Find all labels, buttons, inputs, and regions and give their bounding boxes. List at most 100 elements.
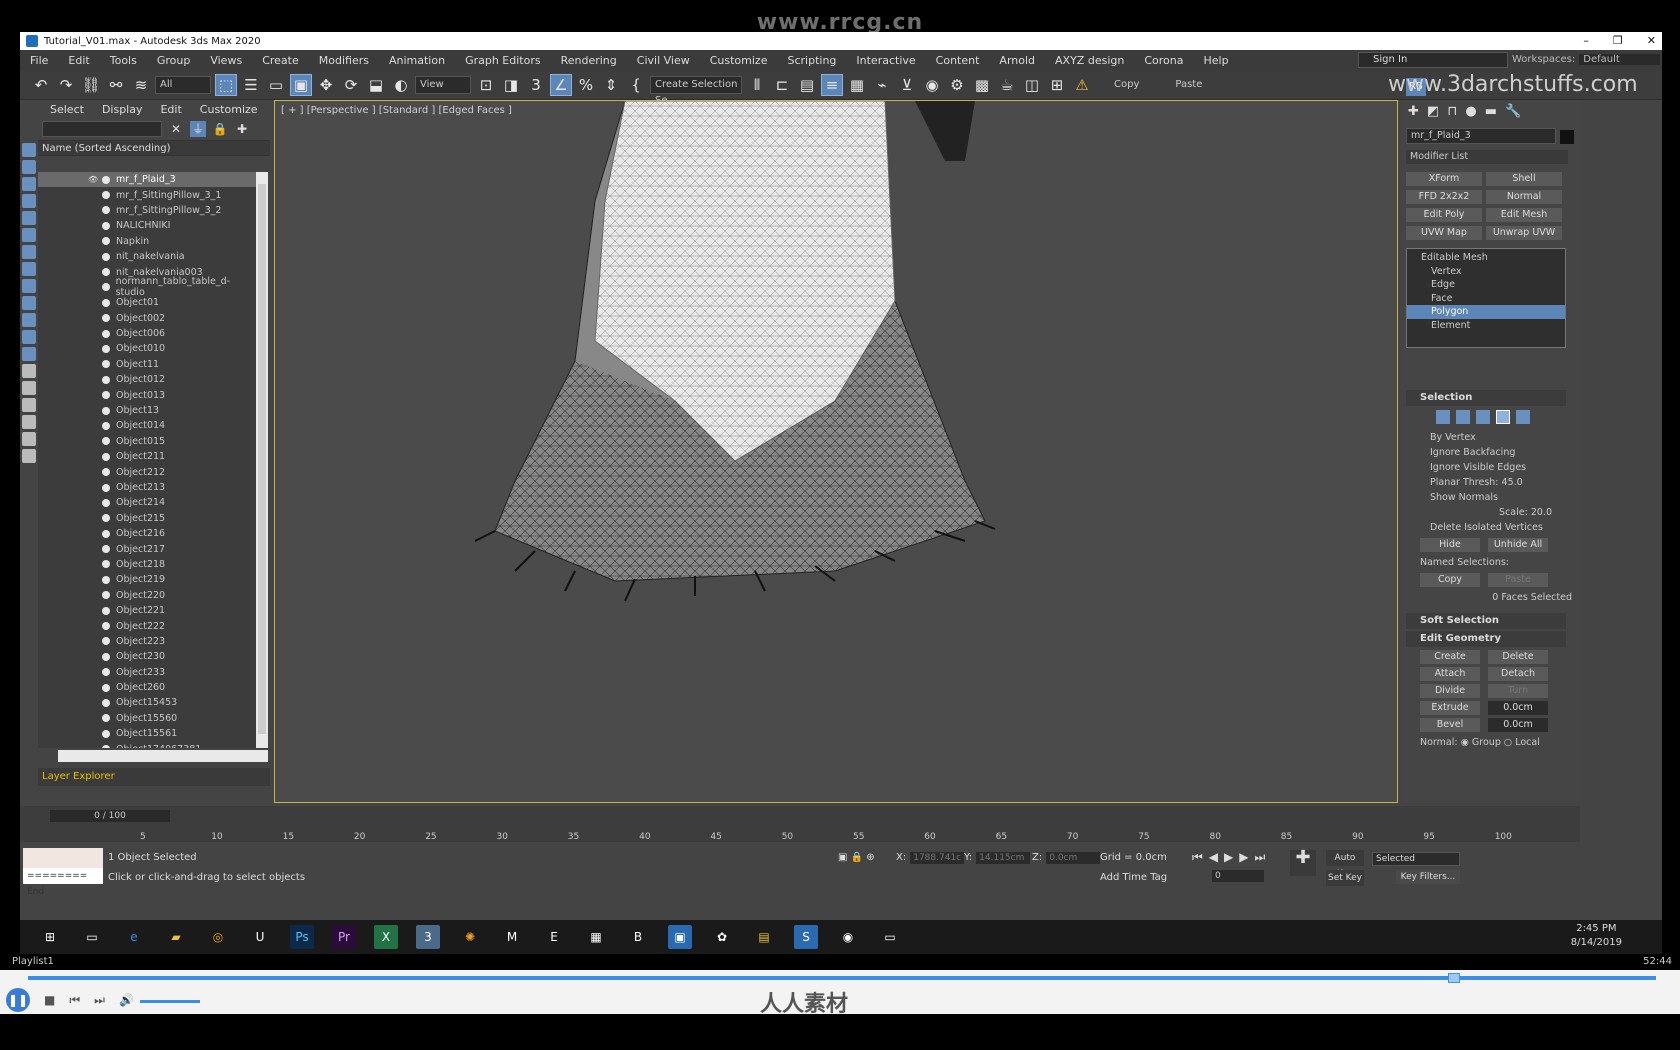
by-vertex-checkbox[interactable]: By Vertex [1402, 430, 1582, 445]
named-selection-dropdown[interactable]: Create Selection Se [650, 75, 742, 106]
seek-handle[interactable] [1448, 973, 1460, 983]
next-icon[interactable]: ⏭ [94, 993, 105, 1008]
menu-group[interactable]: Group [157, 54, 191, 67]
lock-icon[interactable]: 🔒 [212, 121, 228, 137]
volume-slider[interactable] [140, 1000, 200, 1003]
list-item[interactable]: Object015 [38, 434, 256, 449]
move-icon[interactable]: ✥ [315, 74, 337, 96]
list-item[interactable]: NALICHNIKI [38, 218, 256, 233]
perspective-viewport[interactable]: [ + ] [Perspective ] [Standard ] [Edged … [274, 100, 1398, 803]
key-selection-dropdown[interactable]: Selected [1372, 852, 1460, 866]
ignore-backfacing-checkbox[interactable]: Ignore Backfacing [1402, 445, 1582, 460]
maximize-icon[interactable]: ❐ [1613, 32, 1623, 50]
menu-content[interactable]: Content [936, 54, 980, 67]
undo-icon[interactable]: ↶ [30, 74, 52, 96]
create-button[interactable]: Create [1420, 650, 1480, 664]
menu-animation[interactable]: Animation [389, 54, 445, 67]
list-item[interactable]: Object233 [38, 665, 256, 680]
list-item[interactable]: Object174067381 [38, 741, 256, 748]
show-normals-checkbox[interactable]: Show Normals [1402, 490, 1582, 505]
isolate-lock-icons[interactable]: ▣ 🔒 ⊕ [838, 852, 875, 863]
object-color-swatch[interactable] [1560, 130, 1574, 144]
soft-selection-rollout[interactable]: Soft Selection [1406, 613, 1566, 629]
scale-icon[interactable]: ⬓ [365, 74, 387, 96]
bone-filter-icon[interactable] [22, 296, 36, 310]
menu-graph-editors[interactable]: Graph Editors [465, 54, 541, 67]
menu-help[interactable]: Help [1203, 54, 1228, 67]
menu-edit[interactable]: Edit [68, 54, 89, 67]
list-item[interactable]: Object223 [38, 634, 256, 649]
window-crossing-icon[interactable]: ▣ [290, 73, 312, 96]
list-item[interactable]: nit_nakelvania [38, 249, 256, 264]
pin-icon[interactable]: ✚ [234, 121, 250, 137]
menu-modifiers[interactable]: Modifiers [319, 54, 369, 67]
edit-poly-button[interactable]: Edit Poly [1406, 208, 1482, 222]
track-bar[interactable]: 5 10 15 20 25 30 35 40 45 50 55 60 65 70 75 80 85 90 95 100 [20, 826, 1580, 842]
rendered-frame-icon[interactable]: ▩ [971, 74, 993, 96]
explorer-vertical-scrollbar[interactable] [256, 172, 268, 748]
snap-toggle-icon[interactable]: 3 [525, 74, 547, 96]
menu-civil-view[interactable]: Civil View [637, 54, 690, 67]
pause-icon[interactable]: ❚❚ [6, 988, 30, 1012]
list-item[interactable]: Object220 [38, 588, 256, 603]
y-coord-field[interactable]: 14.115cm [976, 852, 1031, 864]
toggle-ribbon-icon[interactable]: ▦ [846, 74, 868, 96]
sticky-notes-icon[interactable]: ▤ [752, 925, 776, 949]
workspaces-dropdown[interactable]: Default [1579, 54, 1660, 65]
minimize-icon[interactable]: – [1583, 32, 1589, 50]
vertex-level-icon[interactable] [1436, 410, 1450, 424]
element-level-icon[interactable] [1516, 410, 1530, 424]
list-item[interactable]: Object221 [38, 603, 256, 618]
visibility-icon[interactable] [22, 347, 36, 361]
xref-filter-icon[interactable] [22, 313, 36, 327]
percent-snap-icon[interactable]: % [575, 74, 597, 96]
explorer-search-input[interactable] [42, 121, 162, 137]
face-level-icon[interactable] [1476, 410, 1490, 424]
align-icon[interactable]: ⊏ [771, 74, 793, 96]
unlink-icon[interactable]: ⚯ [105, 74, 127, 96]
mirror-icon[interactable]: ⫴ [746, 74, 768, 96]
select-by-name-icon[interactable]: ☰ [240, 74, 262, 96]
ffd-button[interactable]: FFD 2x2x2 [1406, 190, 1482, 204]
select-all-icon[interactable] [22, 364, 36, 378]
render-online-icon[interactable]: ⊞ [1046, 74, 1068, 96]
options-icon[interactable] [22, 449, 36, 463]
selection-filter-dropdown[interactable]: All [155, 75, 211, 94]
invert-selection-icon[interactable] [22, 398, 36, 412]
list-item[interactable]: Object013 [38, 387, 256, 402]
explorer-column-header[interactable]: Name (Sorted Ascending) [38, 140, 270, 156]
list-item[interactable]: Object217 [38, 541, 256, 556]
sync-selection-icon[interactable] [22, 415, 36, 429]
extrude-spinner[interactable]: 0.0cm [1488, 701, 1548, 715]
utilities-tab-icon[interactable]: 🔧 [1505, 104, 1521, 119]
media-app-icon[interactable]: ▣ [668, 925, 692, 949]
edit-geometry-rollout[interactable]: Edit Geometry [1406, 631, 1566, 647]
list-item[interactable]: normann_tablo_table_d-studio [38, 276, 256, 298]
menu-views[interactable]: Views [210, 54, 242, 67]
render-production-icon[interactable]: ☕ [996, 74, 1018, 96]
modify-tab-icon[interactable]: ◩ [1427, 104, 1439, 119]
xform-button[interactable]: XForm [1406, 172, 1482, 186]
edit-mesh-button[interactable]: Edit Mesh [1486, 208, 1562, 222]
list-item[interactable]: Object212 [38, 464, 256, 479]
menu-axyz-design[interactable]: AXYZ design [1055, 54, 1124, 67]
premiere-icon[interactable]: Pr [332, 925, 356, 949]
shell-button[interactable]: Shell [1486, 172, 1562, 186]
key-filters-button[interactable]: Key Filters... [1396, 870, 1460, 884]
layer-explorer-icon[interactable]: ≡ [821, 73, 843, 96]
menu-rendering[interactable]: Rendering [561, 54, 617, 67]
bind-spacewarp-icon[interactable]: ≋ [130, 74, 152, 96]
previous-icon[interactable]: ⏮ [69, 993, 80, 1008]
list-item[interactable]: Object15560 [38, 711, 256, 726]
display-tab-icon[interactable]: ▬ [1485, 104, 1497, 119]
list-item[interactable]: Object006 [38, 326, 256, 341]
explorer-tab-edit[interactable]: Edit [160, 103, 181, 116]
list-item[interactable]: mr_f_SittingPillow_3_2 [38, 203, 256, 218]
filter-funnel-icon[interactable]: ⏚ [190, 121, 206, 137]
list-item[interactable]: Object13 [38, 403, 256, 418]
stop-icon[interactable]: ■ [44, 993, 55, 1007]
group-filter-icon[interactable] [22, 279, 36, 293]
spacewarp-filter-icon[interactable] [22, 262, 36, 276]
motion-tab-icon[interactable]: ● [1465, 104, 1476, 119]
curve-editor-icon[interactable]: ⌁ [871, 74, 893, 96]
